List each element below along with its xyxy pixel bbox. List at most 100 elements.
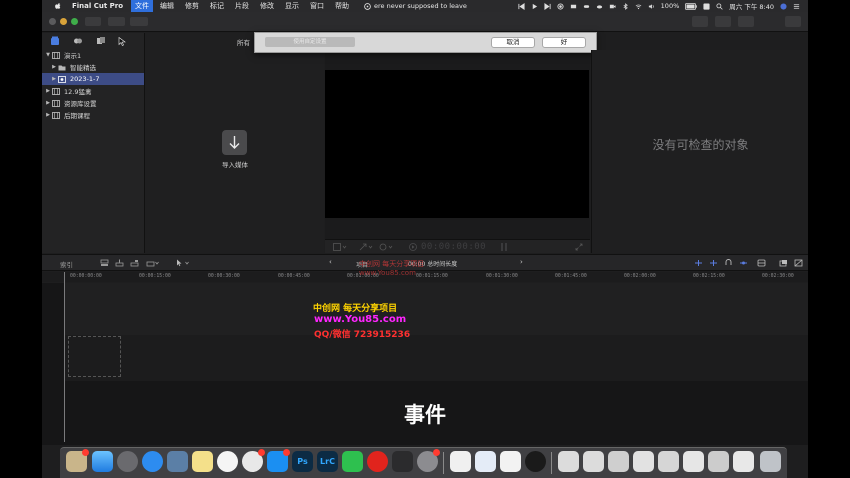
close-window-button[interactable] bbox=[49, 18, 56, 25]
menu-view[interactable]: 显示 bbox=[281, 0, 303, 12]
import-toolbar-button[interactable] bbox=[85, 17, 101, 26]
gamepad-icon[interactable] bbox=[583, 3, 590, 10]
storyline-drop-zone[interactable] bbox=[68, 336, 121, 377]
insert-clip-icon[interactable] bbox=[115, 259, 124, 267]
wifi-icon[interactable] bbox=[635, 3, 642, 10]
zoom-window-button[interactable] bbox=[71, 18, 78, 25]
timeline-forward-icon[interactable]: › bbox=[520, 258, 523, 266]
play-button-icon[interactable] bbox=[409, 243, 417, 251]
snapping-icon[interactable] bbox=[739, 259, 748, 267]
stickies-dock-icon[interactable] bbox=[192, 451, 213, 472]
menu-window[interactable]: 窗口 bbox=[306, 0, 328, 12]
notification-center-icon[interactable] bbox=[793, 3, 800, 10]
trash-dock-icon[interactable] bbox=[760, 451, 781, 472]
menu-clock[interactable]: 周六 下午 8:40 bbox=[729, 1, 774, 11]
bluetooth-icon[interactable] bbox=[622, 2, 629, 10]
system-preferences-dock-icon[interactable] bbox=[417, 449, 440, 472]
document-thumbnail-icon[interactable] bbox=[658, 451, 679, 472]
cancel-button[interactable]: 取消 bbox=[491, 37, 535, 48]
primary-storyline[interactable] bbox=[64, 335, 808, 381]
document-thumbnail-icon[interactable] bbox=[558, 451, 579, 472]
final-cut-pro-dock-icon[interactable] bbox=[392, 451, 413, 472]
audio-skimming-icon[interactable] bbox=[709, 259, 718, 267]
disclosure-open-icon[interactable]: ▼ bbox=[44, 52, 52, 58]
settings-field[interactable]: 使用自定设置 bbox=[265, 37, 355, 47]
browser-filter-label[interactable]: 所有 bbox=[237, 37, 250, 47]
user-avatar-icon[interactable] bbox=[780, 2, 787, 10]
menu-modify[interactable]: 修改 bbox=[256, 0, 278, 12]
audio-meter-icon[interactable] bbox=[499, 242, 509, 252]
color-board-icon[interactable] bbox=[379, 243, 393, 251]
input-method-icon[interactable] bbox=[703, 2, 710, 10]
notes-dock-icon[interactable] bbox=[66, 449, 89, 472]
photoshop-dock-icon[interactable]: Ps bbox=[292, 451, 313, 472]
smart-collections-row[interactable]: ▶ 智能精选 bbox=[42, 61, 144, 73]
ok-button[interactable]: 好 bbox=[542, 37, 586, 48]
timeline-index-button[interactable]: 索引 bbox=[60, 259, 73, 269]
disclosure-closed-icon[interactable]: ▶ bbox=[44, 88, 52, 94]
netease-music-dock-icon[interactable] bbox=[367, 451, 388, 472]
airmail-dock-icon[interactable] bbox=[475, 451, 496, 472]
document-thumbnail-icon[interactable] bbox=[683, 451, 704, 472]
document-thumbnail-icon[interactable] bbox=[633, 451, 654, 472]
disclosure-closed-icon[interactable]: ▶ bbox=[44, 112, 52, 118]
document-thumbnail-icon[interactable] bbox=[608, 451, 629, 472]
baidu-netdisk-dock-icon[interactable] bbox=[450, 451, 471, 472]
show-inspector-button[interactable] bbox=[738, 16, 754, 27]
show-browser-button[interactable] bbox=[692, 16, 708, 27]
timeline-back-icon[interactable]: ‹ bbox=[329, 258, 332, 266]
menu-file[interactable]: 文件 bbox=[131, 0, 154, 12]
skimming-icon[interactable] bbox=[694, 259, 703, 267]
event-row-2023-1-7[interactable]: ▶ 2023-1-7 bbox=[42, 73, 144, 85]
menu-trim[interactable]: 修剪 bbox=[181, 0, 203, 12]
app-menu[interactable]: Final Cut Pro bbox=[72, 2, 123, 10]
library-row-demo1[interactable]: ▼ 演示1 bbox=[42, 49, 144, 61]
launchpad-dock-icon[interactable] bbox=[117, 451, 138, 472]
view-options-icon[interactable] bbox=[333, 243, 347, 251]
photos-audio-tab-icon[interactable] bbox=[73, 36, 83, 46]
library-row-settings[interactable]: ▶ 资源库设置 bbox=[42, 97, 144, 109]
library-row-12-9[interactable]: ▶ 12.9猛禽 bbox=[42, 85, 144, 97]
disclosure-closed-icon[interactable]: ▶ bbox=[44, 100, 52, 106]
menu-clip[interactable]: 片段 bbox=[231, 0, 253, 12]
libraries-tab-icon[interactable] bbox=[50, 36, 60, 46]
timeline-ruler[interactable]: 00:00:00:00 00:00:15:00 00:00:30:00 00:0… bbox=[42, 272, 808, 282]
transitions-browser-icon[interactable] bbox=[794, 259, 803, 267]
background-tasks-button[interactable] bbox=[130, 17, 148, 26]
clip-appearance-icon[interactable] bbox=[757, 259, 766, 267]
titles-generators-tab-icon[interactable] bbox=[96, 36, 106, 46]
play-icon[interactable] bbox=[531, 3, 538, 10]
tray-icon[interactable] bbox=[570, 3, 577, 10]
music-status-icon[interactable] bbox=[364, 2, 371, 10]
import-media-button[interactable] bbox=[222, 130, 247, 155]
effects-browser-icon[interactable] bbox=[779, 259, 788, 267]
menu-edit[interactable]: 编辑 bbox=[156, 0, 178, 12]
spotlight-icon[interactable] bbox=[716, 2, 723, 10]
document-thumbnail-icon[interactable] bbox=[733, 451, 754, 472]
youku-dock-icon[interactable] bbox=[500, 451, 521, 472]
record-icon[interactable] bbox=[557, 2, 564, 10]
fullscreen-icon[interactable] bbox=[575, 243, 583, 251]
app-store-dock-icon[interactable] bbox=[267, 449, 290, 472]
document-thumbnail-icon[interactable] bbox=[708, 451, 729, 472]
library-row-post-course[interactable]: ▶ 后期课程 bbox=[42, 109, 144, 121]
document-thumbnail-icon[interactable] bbox=[583, 451, 604, 472]
menu-help[interactable]: 帮助 bbox=[331, 0, 353, 12]
append-clip-icon[interactable] bbox=[130, 259, 139, 267]
volume-icon[interactable] bbox=[648, 3, 655, 10]
share-button[interactable] bbox=[785, 16, 801, 27]
finder-dock-icon[interactable] bbox=[92, 451, 113, 472]
safari-dock-icon[interactable] bbox=[142, 451, 163, 472]
minimize-window-button[interactable] bbox=[60, 18, 67, 25]
battery-icon[interactable] bbox=[685, 2, 698, 10]
connect-clip-icon[interactable] bbox=[100, 259, 109, 267]
overwrite-clip-icon[interactable] bbox=[146, 259, 159, 267]
lightroom-dock-icon[interactable]: LrC bbox=[317, 451, 338, 472]
wechat-dock-icon[interactable] bbox=[342, 451, 363, 472]
disclosure-closed-icon[interactable]: ▶ bbox=[50, 64, 58, 70]
show-timeline-button[interactable] bbox=[715, 16, 731, 27]
connected-clips-lane[interactable] bbox=[64, 283, 808, 335]
previous-track-icon[interactable] bbox=[518, 2, 525, 10]
transform-icon[interactable] bbox=[359, 243, 373, 251]
quicktime-dock-icon[interactable] bbox=[525, 451, 546, 472]
